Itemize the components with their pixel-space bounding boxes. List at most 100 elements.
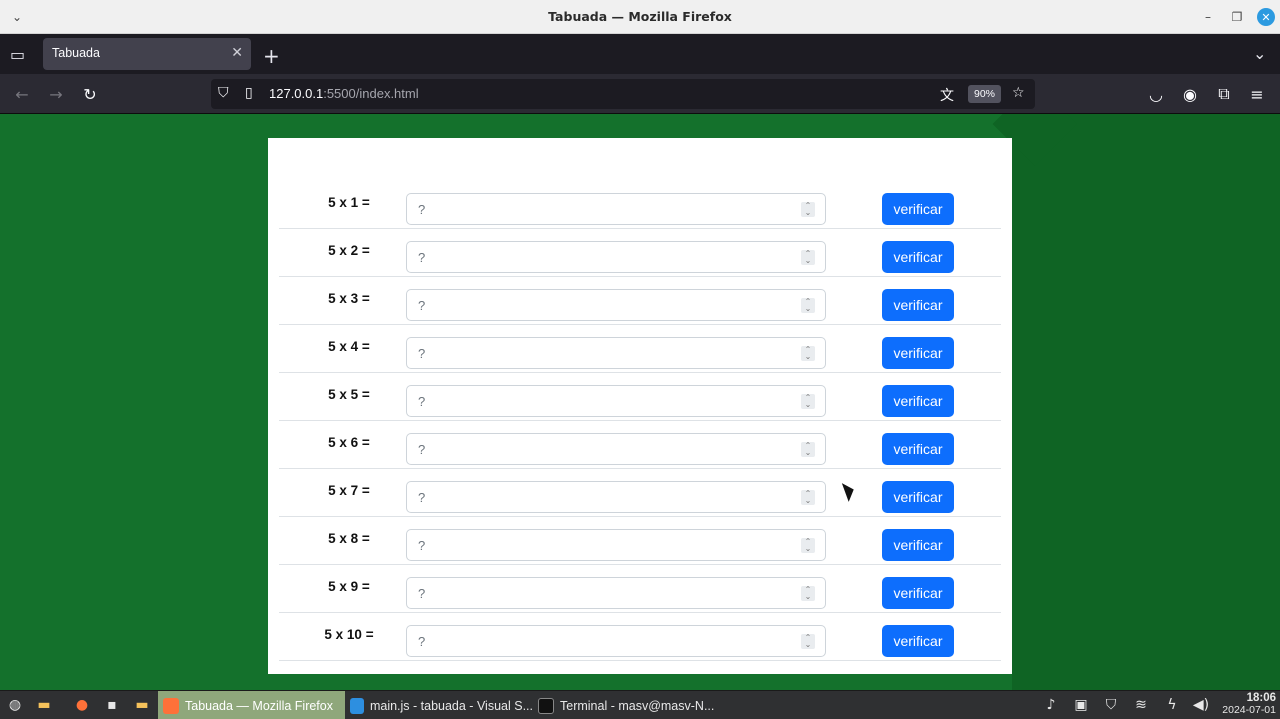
verify-button[interactable]: verificar xyxy=(882,337,954,369)
back-arrow-icon[interactable]: ← xyxy=(12,84,32,104)
task-label: Tabuada — Mozilla Firefox xyxy=(185,698,333,713)
number-spinner-icon[interactable]: ⌃ ⌄ xyxy=(801,490,815,505)
verify-button[interactable]: verificar xyxy=(882,385,954,417)
number-spinner-icon[interactable]: ⌃ ⌄ xyxy=(801,442,815,457)
question-label: 5 x 6 = xyxy=(328,435,370,450)
table-row: 5 x 8 = ? ⌃ ⌄ verificar xyxy=(279,517,1001,565)
answer-placeholder: ? xyxy=(418,250,426,265)
url-host: 127.0.0.1 xyxy=(269,86,324,101)
zoom-level-badge[interactable]: 90% xyxy=(968,85,1001,103)
verify-button[interactable]: verificar xyxy=(882,241,954,273)
background-shade xyxy=(1012,114,1280,690)
minimize-icon[interactable]: – xyxy=(1199,8,1217,26)
tab-tabuada[interactable]: Tabuada ✕ xyxy=(43,38,251,70)
task-label: Terminal - masv@masv-N... xyxy=(560,698,715,713)
question-label: 5 x 5 = xyxy=(328,387,370,402)
account-icon[interactable]: ◉ xyxy=(1180,84,1200,104)
clock[interactable]: 18:06 2024-07-01 xyxy=(1222,692,1276,716)
number-spinner-icon[interactable]: ⌃ ⌄ xyxy=(801,298,815,313)
window-title: Tabuada — Mozilla Firefox xyxy=(548,9,732,24)
restore-icon[interactable]: ❐ xyxy=(1228,8,1246,26)
vscode-icon xyxy=(350,697,364,714)
window-titlebar: ⌄ Tabuada — Mozilla Firefox – ❐ ✕ xyxy=(0,0,1280,34)
start-menu-icon[interactable]: ◍ xyxy=(4,694,26,716)
terminal-icon xyxy=(538,697,554,714)
number-spinner-icon[interactable]: ⌃ ⌄ xyxy=(801,250,815,265)
close-window-icon[interactable]: ✕ xyxy=(1257,8,1275,26)
firefox-view-icon[interactable]: ▭ xyxy=(10,45,25,64)
question-label: 5 x 4 = xyxy=(328,339,370,354)
task-vscode[interactable]: main.js - tabuada - Visual S... xyxy=(345,691,533,719)
notifications-bell-icon[interactable]: ♪ xyxy=(1040,694,1062,716)
verify-button[interactable]: verificar xyxy=(882,625,954,657)
firefox-launcher-icon[interactable]: ● xyxy=(71,694,93,716)
answer-placeholder: ? xyxy=(418,346,426,361)
hamburger-menu-icon[interactable]: ≡ xyxy=(1247,84,1267,104)
volume-icon[interactable]: ◀) xyxy=(1190,694,1212,716)
navigation-bar: ← → ↻ ⛉ ▯ 127.0.0.1:5500/index.html 文 90… xyxy=(0,74,1280,114)
number-spinner-icon[interactable]: ⌃ ⌄ xyxy=(801,634,815,649)
translate-icon[interactable]: 文 xyxy=(940,85,954,105)
table-row: 5 x 10 = ? ⌃ ⌄ verificar xyxy=(279,613,1001,661)
table-row: 5 x 1 = ? ⌃ ⌄ verificar xyxy=(279,181,1001,229)
extensions-icon[interactable]: ⧉ xyxy=(1214,84,1234,104)
answer-placeholder: ? xyxy=(418,634,426,649)
task-firefox[interactable]: Tabuada — Mozilla Firefox xyxy=(158,691,345,719)
answer-input[interactable]: ? ⌃ ⌄ xyxy=(406,289,826,321)
number-spinner-icon[interactable]: ⌃ ⌄ xyxy=(801,538,815,553)
answer-input[interactable]: ? ⌃ ⌄ xyxy=(406,241,826,273)
files-icon[interactable]: ▬ xyxy=(33,694,55,716)
answer-placeholder: ? xyxy=(418,538,426,553)
update-shield-icon[interactable]: ⛉ xyxy=(1100,694,1122,716)
clock-time: 18:06 xyxy=(1246,692,1276,704)
task-terminal[interactable]: Terminal - masv@masv-N... xyxy=(533,691,723,719)
answer-input[interactable]: ? ⌃ ⌄ xyxy=(406,337,826,369)
table-row: 5 x 3 = ? ⌃ ⌄ verificar xyxy=(279,277,1001,325)
verify-button[interactable]: verificar xyxy=(882,577,954,609)
url-bar[interactable]: ⛉ ▯ 127.0.0.1:5500/index.html 文 90% ☆ xyxy=(211,79,1035,109)
reload-icon[interactable]: ↻ xyxy=(80,84,100,104)
task-label: main.js - tabuada - Visual S... xyxy=(369,698,533,713)
number-spinner-icon[interactable]: ⌃ ⌄ xyxy=(801,202,815,217)
page-content: 5 x 1 = ? ⌃ ⌄ verificar 5 x 2 = ? ⌃ ⌄ verifi… xyxy=(0,114,1280,690)
answer-input[interactable]: ? ⌃ ⌄ xyxy=(406,529,826,561)
page-info-icon[interactable]: ▯ xyxy=(245,85,253,101)
question-label: 5 x 8 = xyxy=(328,531,370,546)
answer-input[interactable]: ? ⌃ ⌄ xyxy=(406,433,826,465)
verify-button[interactable]: verificar xyxy=(882,193,954,225)
answer-placeholder: ? xyxy=(418,442,426,457)
verify-button[interactable]: verificar xyxy=(882,433,954,465)
tabuada-card: 5 x 1 = ? ⌃ ⌄ verificar 5 x 2 = ? ⌃ ⌄ verifi… xyxy=(268,138,1012,674)
answer-placeholder: ? xyxy=(418,202,426,217)
shield-icon[interactable]: ⛉ xyxy=(218,85,229,101)
folder-launcher-icon[interactable]: ▬ xyxy=(131,694,153,716)
tab-close-icon[interactable]: ✕ xyxy=(231,45,243,61)
firefox-icon xyxy=(163,697,179,714)
answer-input[interactable]: ? ⌃ ⌄ xyxy=(406,481,826,513)
wifi-icon[interactable]: ≋ xyxy=(1130,694,1152,716)
answer-placeholder: ? xyxy=(418,586,426,601)
table-row: 5 x 9 = ? ⌃ ⌄ verificar xyxy=(279,565,1001,613)
terminal-launcher-icon[interactable]: ▪ xyxy=(101,694,123,716)
answer-input[interactable]: ? ⌃ ⌄ xyxy=(406,193,826,225)
number-spinner-icon[interactable]: ⌃ ⌄ xyxy=(801,346,815,361)
number-spinner-icon[interactable]: ⌃ ⌄ xyxy=(801,586,815,601)
new-tab-icon[interactable]: + xyxy=(263,44,280,68)
list-tabs-chevron-icon[interactable]: ⌄ xyxy=(1253,44,1266,63)
verify-button[interactable]: verificar xyxy=(882,481,954,513)
answer-input[interactable]: ? ⌃ ⌄ xyxy=(406,625,826,657)
number-spinner-icon[interactable]: ⌃ ⌄ xyxy=(801,394,815,409)
forward-arrow-icon[interactable]: → xyxy=(46,84,66,104)
table-row: 5 x 4 = ? ⌃ ⌄ verificar xyxy=(279,325,1001,373)
clipboard-icon[interactable]: ▣ xyxy=(1070,694,1092,716)
answer-input[interactable]: ? ⌃ ⌄ xyxy=(406,385,826,417)
power-icon[interactable]: ϟ xyxy=(1161,694,1183,716)
pocket-icon[interactable]: ◡ xyxy=(1146,84,1166,104)
verify-button[interactable]: verificar xyxy=(882,289,954,321)
verify-button[interactable]: verificar xyxy=(882,529,954,561)
question-label: 5 x 7 = xyxy=(328,483,370,498)
clock-date: 2024-07-01 xyxy=(1222,704,1276,716)
bookmark-star-icon[interactable]: ☆ xyxy=(1012,85,1025,101)
answer-input[interactable]: ? ⌃ ⌄ xyxy=(406,577,826,609)
url-text[interactable]: 127.0.0.1:5500/index.html xyxy=(269,86,419,101)
